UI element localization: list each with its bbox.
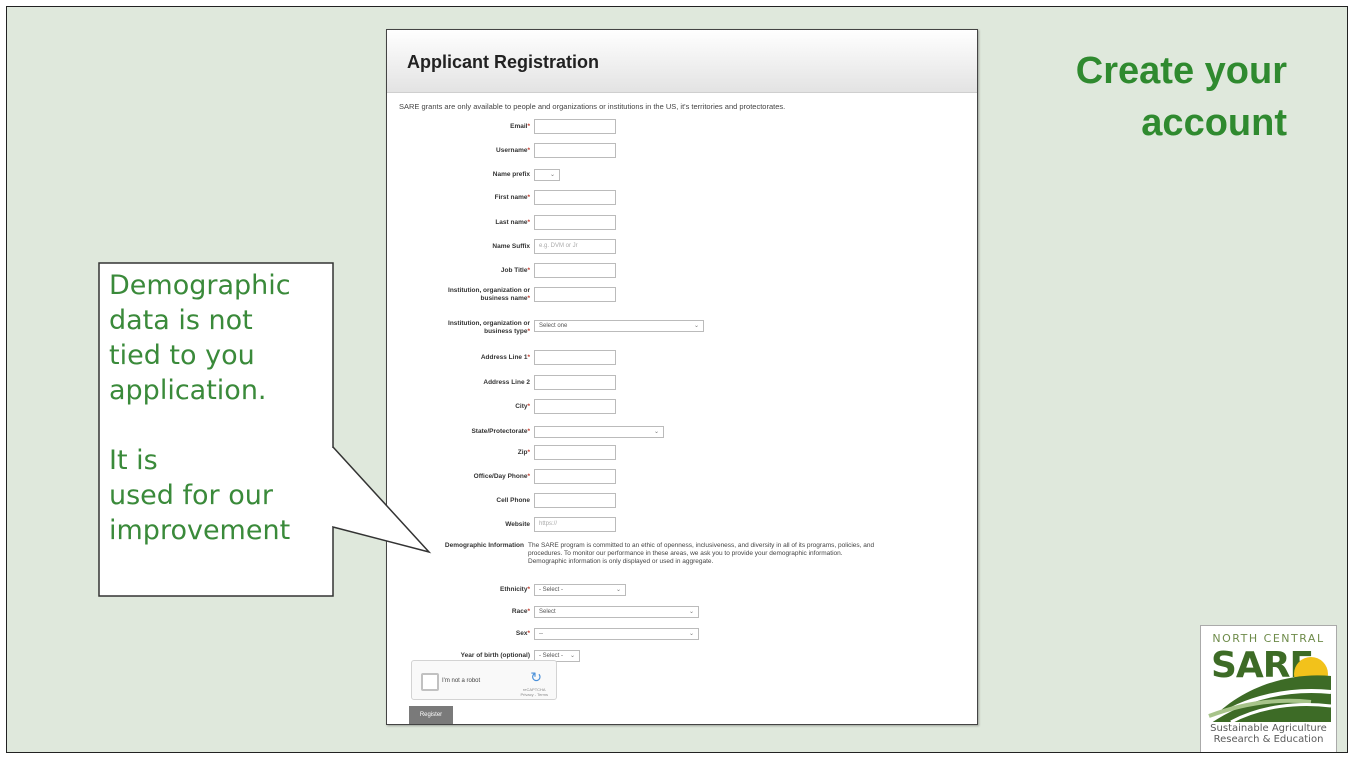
first-name-label: First name: [494, 194, 528, 201]
username-field[interactable]: [534, 143, 616, 158]
website-field[interactable]: https://: [534, 517, 616, 532]
required-mark: *: [527, 473, 530, 480]
chevron-down-icon: ⌄: [688, 609, 694, 615]
callout-text: Demographic data is not tied to you appl…: [109, 270, 291, 546]
name-prefix-select[interactable]: ⌄: [534, 169, 560, 181]
state-label: State/Protectorate: [471, 428, 528, 435]
city-label: City: [515, 403, 528, 410]
logo-tagline: Sustainable Agriculture Research & Educa…: [1210, 723, 1327, 745]
institution-type-label-1: Institution, organization or: [448, 320, 530, 327]
required-mark: *: [527, 586, 530, 593]
name-prefix-label: Name prefix: [492, 171, 530, 178]
race-label: Race: [511, 608, 528, 615]
chevron-down-icon: ⌄: [549, 172, 555, 178]
race-select[interactable]: Select ⌄: [534, 606, 699, 618]
state-select[interactable]: ⌄: [534, 426, 664, 438]
ethnicity-label: Ethnicity: [500, 586, 528, 593]
last-name-field[interactable]: [534, 215, 616, 230]
recaptcha-icon: ↻: [530, 669, 542, 685]
recaptcha-label: I'm not a robot: [442, 678, 481, 684]
email-label: Email: [510, 123, 528, 130]
recaptcha-subtext: reCAPTCHA Privacy - Terms: [520, 687, 548, 697]
chevron-down-icon: ⌄: [688, 631, 694, 637]
chevron-down-icon: ⌄: [615, 587, 621, 593]
office-phone-field[interactable]: [534, 469, 616, 484]
email-field[interactable]: [534, 119, 616, 134]
sex-label: Sex: [515, 630, 528, 637]
heading-line-2: account: [1141, 102, 1287, 144]
zip-label: Zip: [517, 449, 528, 456]
sare-logo: NORTH CENTRAL SARE Sustainable Agricultu…: [1200, 625, 1337, 752]
address-line-2-field[interactable]: [534, 375, 616, 390]
required-mark: *: [527, 194, 530, 201]
address-line-1-label: Address Line 1: [480, 354, 528, 361]
job-title-field[interactable]: [534, 263, 616, 278]
registration-form-screenshot: Applicant Registration SARE grants are o…: [386, 29, 978, 725]
required-mark: *: [527, 147, 530, 154]
required-mark: *: [527, 403, 530, 410]
last-name-label: Last name: [495, 219, 528, 226]
required-mark: *: [527, 123, 530, 130]
name-suffix-field[interactable]: e.g. DVM or Jr: [534, 239, 616, 254]
demographic-info-text: The SARE program is committed to an ethi…: [528, 542, 875, 565]
first-name-field[interactable]: [534, 190, 616, 205]
required-mark: *: [527, 219, 530, 226]
address-line-1-field[interactable]: [534, 350, 616, 365]
job-title-label: Job Title: [500, 267, 528, 274]
required-mark: *: [527, 428, 530, 435]
slide: Create your account Applicant Registrati…: [6, 6, 1348, 753]
register-button[interactable]: Register: [409, 706, 453, 724]
slide-heading: Create your account: [1076, 45, 1287, 149]
heading-line-1: Create your: [1075, 50, 1287, 92]
cell-phone-field[interactable]: [534, 493, 616, 508]
chevron-down-icon: ⌄: [569, 653, 575, 659]
required-mark: *: [527, 608, 530, 615]
recaptcha-widget: I'm not a robot ↻ reCAPTCHA Privacy - Te…: [411, 660, 557, 700]
ethnicity-select[interactable]: - Select - ⌄: [534, 584, 626, 596]
required-mark: *: [527, 354, 530, 361]
recaptcha-checkbox[interactable]: [421, 673, 439, 691]
form-title: Applicant Registration: [407, 52, 600, 72]
institution-type-select[interactable]: Select one ⌄: [534, 320, 704, 332]
form-intro: SARE grants are only available to people…: [399, 102, 786, 111]
chevron-down-icon: ⌄: [653, 429, 659, 435]
username-label: Username: [496, 147, 528, 154]
name-suffix-label: Name Suffix: [492, 243, 530, 250]
institution-name-field[interactable]: [534, 287, 616, 302]
institution-name-label-1: Institution, organization or: [448, 287, 530, 294]
year-of-birth-label: Year of birth (optional): [460, 652, 530, 659]
institution-name-label-2: business name: [480, 295, 528, 302]
chevron-down-icon: ⌄: [693, 323, 699, 329]
required-mark: *: [527, 295, 530, 302]
office-phone-label: Office/Day Phone: [473, 473, 528, 480]
city-field[interactable]: [534, 399, 616, 414]
institution-type-label-2: business type: [484, 328, 528, 335]
required-mark: *: [527, 267, 530, 274]
required-mark: *: [527, 630, 530, 637]
zip-field[interactable]: [534, 445, 616, 460]
required-mark: *: [527, 449, 530, 456]
sex-select[interactable]: -- ⌄: [534, 628, 699, 640]
required-mark: *: [527, 328, 530, 335]
callout-box: Demographic data is not tied to you appl…: [98, 262, 432, 597]
